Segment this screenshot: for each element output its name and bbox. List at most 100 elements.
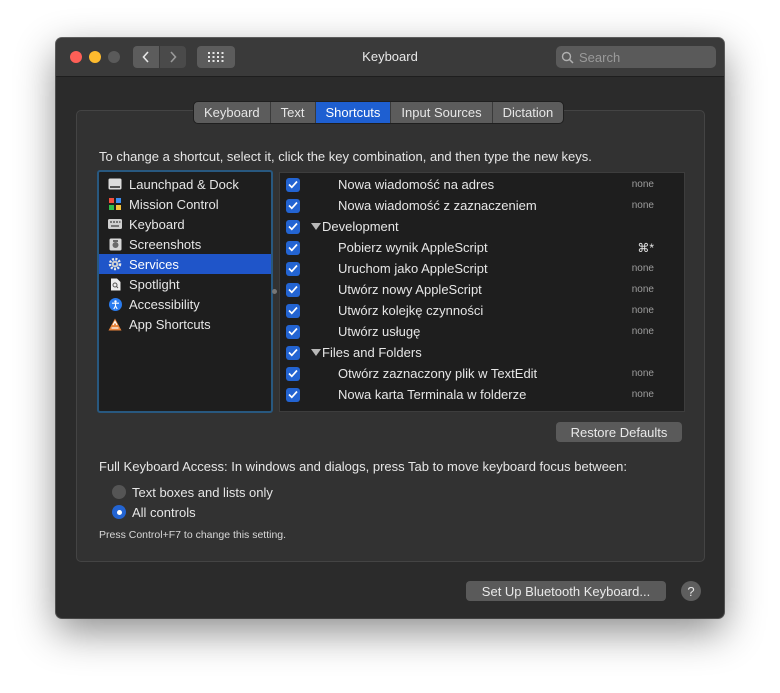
checkbox[interactable]: [286, 219, 300, 234]
category-label: Spotlight: [129, 276, 180, 292]
shortcut-row[interactable]: Otwórz zaznaczony plik w TextEdit none: [280, 363, 684, 384]
keyboard-access-hint: Press Control+F7 to change this setting.: [99, 529, 287, 541]
checkmark-icon: [288, 222, 298, 231]
category-label: Accessibility: [129, 296, 200, 312]
shortcut-label: Nowa karta Terminala w folderze: [338, 387, 527, 402]
shortcut-row[interactable]: Utwórz nowy AppleScript none: [280, 279, 684, 300]
checkmark-icon: [288, 243, 298, 252]
gear-icon: [108, 257, 122, 271]
category-spotlight[interactable]: Spotlight: [99, 274, 271, 294]
tab-bar: Keyboard Text Shortcuts Input Sources Di…: [193, 101, 565, 124]
checkbox[interactable]: [286, 261, 300, 276]
screenshot-icon: [108, 237, 122, 251]
category-services[interactable]: Services: [99, 254, 271, 274]
shortcut-key[interactable]: none: [632, 389, 654, 400]
checkbox[interactable]: [286, 303, 300, 318]
shortcut-label: Utwórz kolejkę czynności: [338, 303, 484, 318]
checkmark-icon: [288, 369, 298, 378]
shortcut-label: Nowa wiadomość na adres: [338, 177, 495, 192]
group-label: Development: [322, 219, 399, 234]
checkbox[interactable]: [286, 366, 300, 381]
radio-label: Text boxes and lists only: [132, 484, 273, 500]
shortcut-group-row[interactable]: Development: [280, 216, 684, 237]
tab-dictation[interactable]: Dictation: [493, 102, 564, 123]
checkmark-icon: [288, 180, 298, 189]
shortcut-label: Uruchom jako AppleScript: [338, 261, 488, 276]
setup-bluetooth-keyboard-button[interactable]: Set Up Bluetooth Keyboard...: [466, 581, 666, 601]
checkbox[interactable]: [286, 324, 300, 339]
category-screenshots[interactable]: Screenshots: [99, 234, 271, 254]
tab-text[interactable]: Text: [271, 102, 316, 123]
shortcut-key[interactable]: ⌘*: [637, 241, 654, 255]
shortcut-row[interactable]: Pobierz wynik AppleScript ⌘*: [280, 237, 684, 258]
help-button[interactable]: ?: [681, 581, 701, 601]
title-bar: Keyboard Search: [56, 38, 724, 77]
restore-defaults-button[interactable]: Restore Defaults: [556, 422, 682, 442]
category-keyboard[interactable]: Keyboard: [99, 214, 271, 234]
checkbox[interactable]: [286, 240, 300, 255]
shortcut-row[interactable]: Nowa wiadomość z zaznaczeniem none: [280, 195, 684, 216]
radio-label: All controls: [132, 504, 196, 520]
shortcut-key[interactable]: none: [632, 284, 654, 295]
spotlight-icon: [108, 277, 122, 291]
category-list[interactable]: Launchpad & Dock Mission Control Keyboar…: [97, 170, 273, 413]
group-label: Files and Folders: [322, 345, 422, 360]
accessibility-icon: [108, 297, 122, 311]
split-view-divider[interactable]: [272, 289, 277, 294]
full-keyboard-access-label: Full Keyboard Access: In windows and dia…: [99, 459, 627, 474]
shortcut-key[interactable]: none: [632, 305, 654, 316]
shortcut-label: Nowa wiadomość z zaznaczeniem: [338, 198, 537, 213]
category-launchpad-dock[interactable]: Launchpad & Dock: [99, 174, 271, 194]
shortcut-label: Utwórz usługę: [338, 324, 421, 339]
category-label: Services: [129, 256, 179, 272]
shortcut-label: Utwórz nowy AppleScript: [338, 282, 482, 297]
radio-button[interactable]: [112, 485, 126, 499]
search-placeholder: Search: [579, 49, 621, 65]
radio-all-controls-option[interactable]: All controls: [112, 503, 196, 521]
radio-button[interactable]: [112, 505, 126, 519]
checkbox[interactable]: [286, 282, 300, 297]
search-icon: [561, 50, 575, 64]
tab-input-sources[interactable]: Input Sources: [391, 102, 493, 123]
checkmark-icon: [288, 390, 298, 399]
shortcut-label: Otwórz zaznaczony plik w TextEdit: [338, 366, 538, 381]
shortcut-row[interactable]: Uruchom jako AppleScript none: [280, 258, 684, 279]
shortcut-row[interactable]: Utwórz kolejkę czynności none: [280, 300, 684, 321]
shortcut-row[interactable]: Nowa karta Terminala w folderze none: [280, 384, 684, 405]
shortcut-row[interactable]: Nowa wiadomość na adres none: [280, 174, 684, 195]
keyboard-icon: [108, 217, 122, 231]
radio-text-boxes-option[interactable]: Text boxes and lists only: [112, 483, 273, 501]
instruction-text: To change a shortcut, select it, click t…: [99, 149, 592, 164]
disclosure-triangle-icon[interactable]: [311, 349, 321, 356]
shortcut-label: Pobierz wynik AppleScript: [338, 240, 488, 255]
category-label: Keyboard: [129, 216, 185, 232]
category-accessibility[interactable]: Accessibility: [99, 294, 271, 314]
mission-control-icon: [108, 197, 122, 211]
checkmark-icon: [288, 201, 298, 210]
checkbox[interactable]: [286, 198, 300, 213]
tab-shortcuts[interactable]: Shortcuts: [315, 102, 392, 123]
shortcut-group-row[interactable]: Files and Folders: [280, 342, 684, 363]
category-label: Mission Control: [129, 196, 219, 212]
category-label: Screenshots: [129, 236, 202, 252]
shortcut-row[interactable]: Utwórz usługę none: [280, 321, 684, 342]
shortcut-list[interactable]: Nowa wiadomość na adres none Nowa wiadom…: [279, 172, 685, 412]
tab-keyboard[interactable]: Keyboard: [194, 102, 271, 123]
category-app-shortcuts[interactable]: App Shortcuts: [99, 314, 271, 334]
shortcut-key[interactable]: none: [632, 326, 654, 337]
shortcut-key[interactable]: none: [632, 263, 654, 274]
checkbox[interactable]: [286, 387, 300, 402]
checkmark-icon: [288, 306, 298, 315]
checkbox[interactable]: [286, 345, 300, 360]
category-mission-control[interactable]: Mission Control: [99, 194, 271, 214]
launchpad-icon: [108, 177, 122, 191]
search-input[interactable]: Search: [556, 46, 716, 68]
shortcut-key[interactable]: none: [632, 200, 654, 211]
app-shortcuts-icon: [108, 317, 122, 331]
checkbox[interactable]: [286, 177, 300, 192]
shortcut-key[interactable]: none: [632, 179, 654, 190]
preferences-window: Keyboard Search Keyboard Text Shortcuts …: [56, 38, 724, 618]
shortcut-key[interactable]: none: [632, 368, 654, 379]
checkmark-icon: [288, 264, 298, 273]
disclosure-triangle-icon[interactable]: [311, 223, 321, 230]
